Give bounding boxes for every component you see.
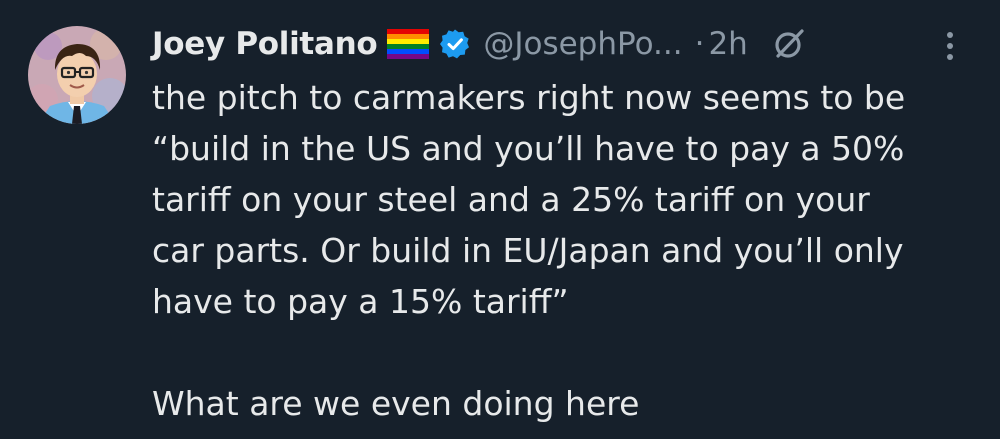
author-display-name[interactable]: Joey Politano (152, 26, 378, 62)
rainbow-flag-icon (387, 29, 430, 59)
tweet-card[interactable]: Joey Politano @JosephPo... · 2h the pitc… (0, 0, 1000, 439)
more-options-icon[interactable] (937, 26, 963, 66)
grok-icon[interactable] (772, 27, 806, 61)
verified-badge-icon[interactable] (439, 28, 471, 60)
avatar[interactable] (28, 26, 126, 124)
separator-dot: · (694, 26, 705, 62)
author-handle[interactable]: @JosephPo... (483, 26, 682, 62)
tweet-text: the pitch to carmakers right now seems t… (152, 78, 906, 423)
avatar-image (28, 26, 126, 124)
tweet-header: Joey Politano @JosephPo... · 2h (152, 22, 972, 66)
tweet-timestamp[interactable]: 2h (708, 26, 747, 62)
